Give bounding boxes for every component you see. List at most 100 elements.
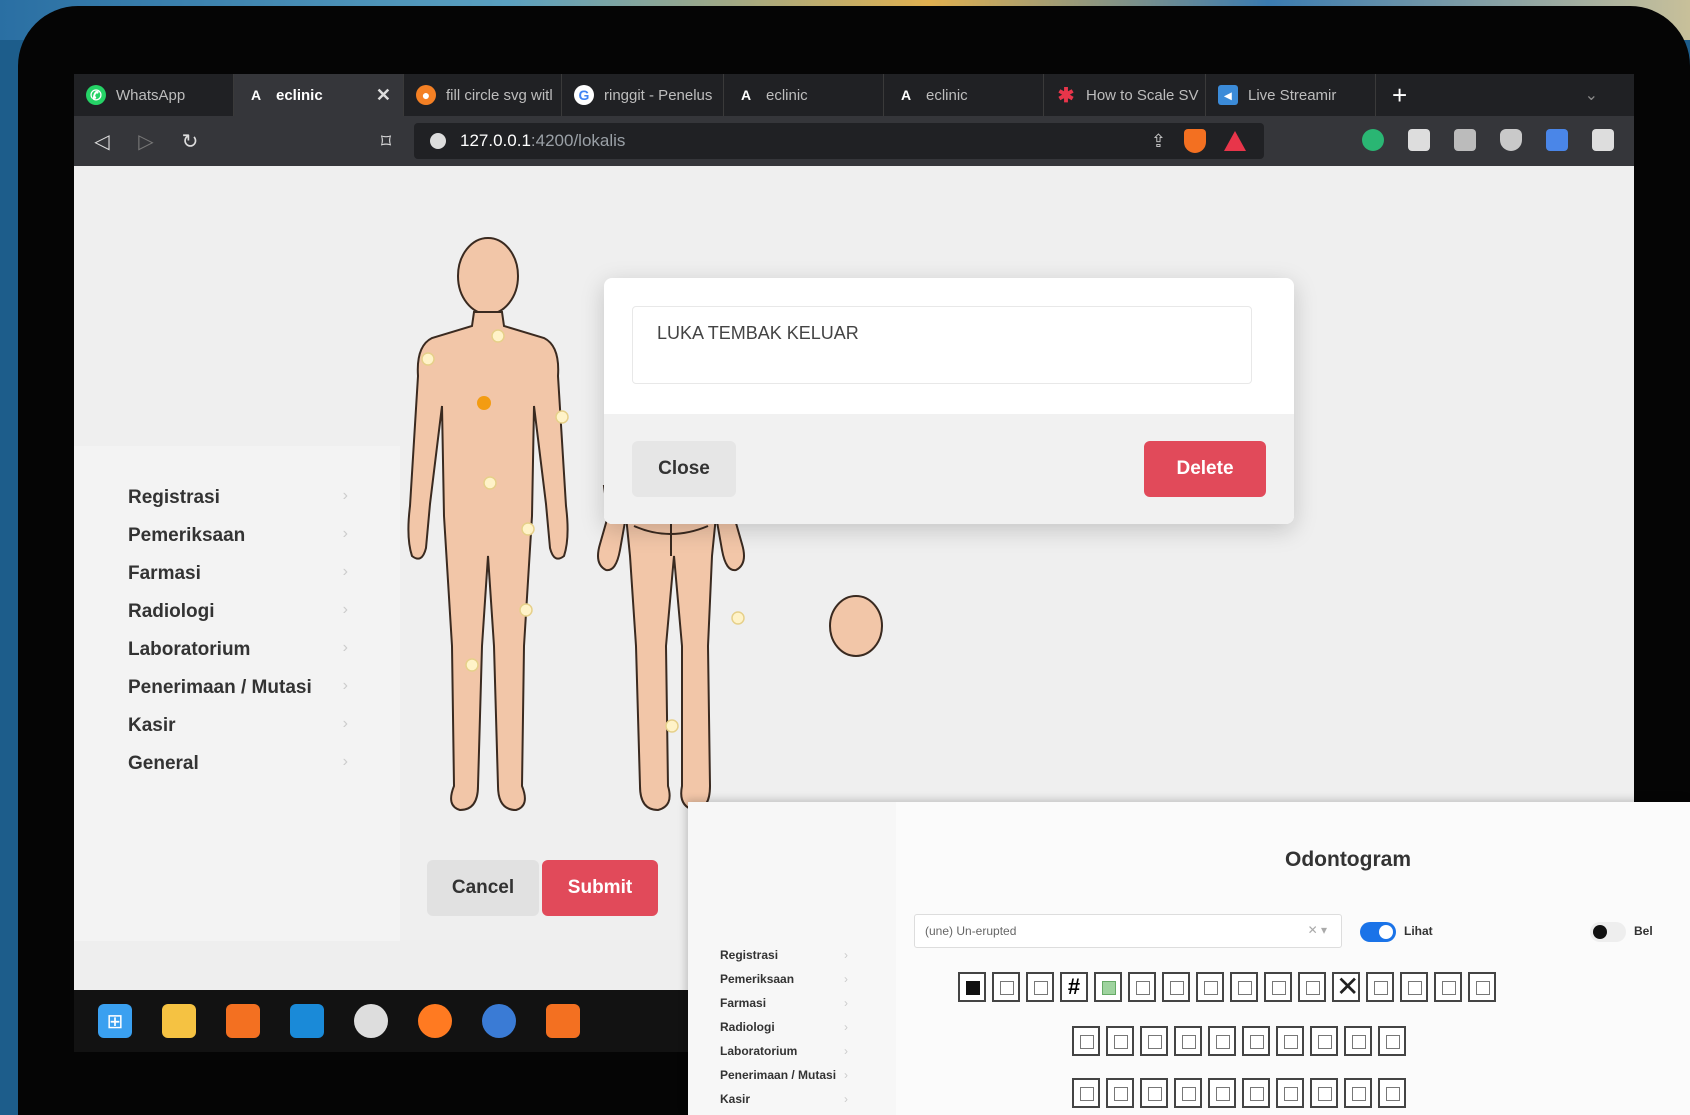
tooth[interactable]: [1094, 972, 1122, 1002]
marker-point[interactable]: [519, 603, 533, 617]
brave-icon[interactable]: [226, 1004, 260, 1038]
tooth[interactable]: [1106, 1026, 1134, 1056]
clear-and-dropdown-icon[interactable]: ✕ ▾: [1308, 923, 1327, 937]
tooth[interactable]: [1128, 972, 1156, 1002]
lihat-toggle[interactable]: [1360, 922, 1396, 942]
shield-extension-icon[interactable]: [1500, 129, 1522, 151]
file-explorer-icon[interactable]: [162, 1004, 196, 1038]
bookmark-icon[interactable]: ⌑: [364, 129, 408, 154]
tooth[interactable]: [1310, 1078, 1338, 1108]
forward-icon[interactable]: ▷: [124, 129, 168, 154]
tooth[interactable]: [958, 972, 986, 1002]
tab-scale-svg[interactable]: ✱ How to Scale SV: [1044, 74, 1206, 116]
marker-point[interactable]: [555, 410, 569, 424]
marker-point[interactable]: [521, 522, 535, 536]
second-toggle[interactable]: [1590, 922, 1626, 942]
cancel-button[interactable]: Cancel: [427, 860, 539, 916]
brave-icon[interactable]: [546, 1004, 580, 1038]
tab-live-stream[interactable]: ◂ Live Streamir: [1206, 74, 1376, 116]
tooth[interactable]: [1208, 1026, 1236, 1056]
tooth[interactable]: [1264, 972, 1292, 1002]
tooth[interactable]: [992, 972, 1020, 1002]
marker-point-selected[interactable]: [477, 396, 491, 410]
tooth[interactable]: [1174, 1026, 1202, 1056]
tooth[interactable]: [1344, 1026, 1372, 1056]
firefox-icon[interactable]: [418, 1004, 452, 1038]
reload-icon[interactable]: ↻: [168, 129, 212, 154]
sidebar-item-radiologi[interactable]: Radiologi ›: [720, 1020, 848, 1034]
tooth[interactable]: [1332, 970, 1360, 1003]
tab-eclinic-2[interactable]: A eclinic: [724, 74, 884, 116]
github-desktop-icon[interactable]: [354, 1004, 388, 1038]
tooth[interactable]: [1276, 1078, 1304, 1108]
marker-point[interactable]: [731, 611, 745, 625]
tooth[interactable]: [1026, 972, 1054, 1002]
submit-button[interactable]: Submit: [542, 860, 658, 916]
brave-rewards-icon[interactable]: [1224, 131, 1246, 151]
tab-search-icon[interactable]: ⌄: [1585, 85, 1634, 105]
share-icon[interactable]: ⇪: [1151, 131, 1166, 152]
back-icon[interactable]: ◁: [80, 129, 124, 154]
sidebar-item-kasir[interactable]: Kasir ›: [720, 1092, 848, 1106]
close-tab-icon[interactable]: ✕: [362, 85, 391, 106]
condition-select[interactable]: (une) Un-erupted ✕ ▾: [914, 914, 1342, 948]
sidebar-item-radiologi[interactable]: Radiologi ›: [128, 601, 348, 623]
delete-button[interactable]: Delete: [1144, 441, 1266, 497]
vue-devtools-icon[interactable]: [1454, 129, 1476, 151]
marker-point[interactable]: [491, 329, 505, 343]
sidebar-item-pemeriksaan[interactable]: Pemeriksaan ›: [720, 972, 848, 986]
tooth[interactable]: [1072, 1026, 1100, 1056]
tooth[interactable]: #: [1060, 972, 1088, 1002]
sidebar-item-general[interactable]: General ›: [128, 753, 348, 775]
sidebar-item-penerimaan-mutasi[interactable]: Penerimaan / Mutasi ›: [720, 1068, 848, 1082]
tooth[interactable]: [1378, 1026, 1406, 1056]
sidebar-item-registrasi[interactable]: Registrasi ›: [720, 948, 848, 962]
close-button[interactable]: Close: [632, 441, 736, 497]
tooth[interactable]: [1242, 1026, 1270, 1056]
tab-fill-circle[interactable]: ● fill circle svg witl: [404, 74, 562, 116]
puzzle-icon[interactable]: [1592, 129, 1614, 151]
extension-green-icon[interactable]: [1362, 129, 1384, 151]
sidebar-item-laboratorium[interactable]: Laboratorium ›: [720, 1044, 848, 1058]
tooth[interactable]: [1230, 972, 1258, 1002]
marker-point[interactable]: [483, 476, 497, 490]
tooth[interactable]: [1106, 1078, 1134, 1108]
sidebar-item-farmasi[interactable]: Farmasi ›: [128, 563, 348, 585]
start-icon[interactable]: ⊞: [98, 1004, 132, 1038]
app-icon[interactable]: [482, 1004, 516, 1038]
tooth[interactable]: [1196, 972, 1224, 1002]
tooth[interactable]: [1140, 1026, 1168, 1056]
address-bar[interactable]: 127.0.0.1 :4200/lokalis ⇪: [414, 123, 1264, 159]
tab-eclinic-active[interactable]: A eclinic ✕: [234, 74, 404, 116]
tooth[interactable]: [1344, 1078, 1372, 1108]
tooth[interactable]: [1162, 972, 1190, 1002]
tooth[interactable]: [1298, 972, 1326, 1002]
tooth[interactable]: [1400, 972, 1428, 1002]
vscode-icon[interactable]: [290, 1004, 324, 1038]
tab-eclinic-3[interactable]: A eclinic: [884, 74, 1044, 116]
tooth[interactable]: [1468, 972, 1496, 1002]
tooth[interactable]: [1310, 1026, 1338, 1056]
sidebar-item-penerimaan-mutasi[interactable]: Penerimaan / Mutasi ›: [128, 677, 348, 699]
tooth[interactable]: [1276, 1026, 1304, 1056]
sidebar-item-kasir[interactable]: Kasir ›: [128, 715, 348, 737]
tooth[interactable]: [1072, 1078, 1100, 1108]
sidebar-item-farmasi[interactable]: Farmasi ›: [720, 996, 848, 1010]
tooth[interactable]: [1174, 1078, 1202, 1108]
brave-shield-icon[interactable]: [1184, 129, 1206, 153]
tooth[interactable]: [1140, 1078, 1168, 1108]
site-info-icon[interactable]: [430, 133, 446, 149]
marker-point[interactable]: [465, 658, 479, 672]
tooth[interactable]: [1242, 1078, 1270, 1108]
extension-window-icon[interactable]: [1408, 129, 1430, 151]
new-tab-button[interactable]: +: [1376, 80, 1423, 111]
translate-icon[interactable]: [1546, 129, 1568, 151]
tooth[interactable]: [1434, 972, 1462, 1002]
marker-point[interactable]: [665, 719, 679, 733]
tab-ringgit[interactable]: G ringgit - Penelus: [562, 74, 724, 116]
tooth[interactable]: [1208, 1078, 1236, 1108]
sidebar-item-registrasi[interactable]: Registrasi ›: [128, 487, 348, 509]
marker-point[interactable]: [421, 352, 435, 366]
tooth[interactable]: [1366, 972, 1394, 1002]
sidebar-item-pemeriksaan[interactable]: Pemeriksaan ›: [128, 525, 348, 547]
